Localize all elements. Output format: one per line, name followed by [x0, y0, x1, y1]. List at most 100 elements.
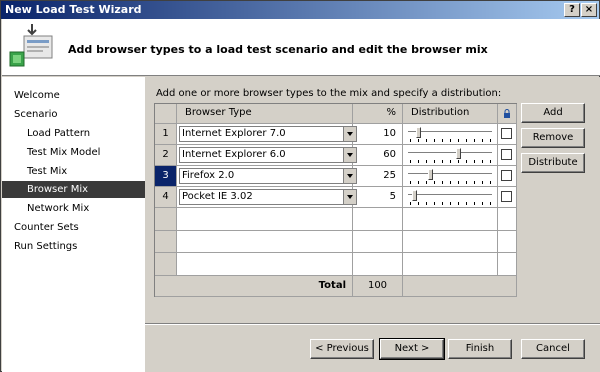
- slider-thumb[interactable]: [456, 148, 461, 159]
- slider-track: [408, 173, 492, 175]
- wizard-window: New Load Test Wizard ? × Add browser typ…: [0, 0, 600, 372]
- distribution-cell: [403, 145, 498, 166]
- empty-cell[interactable]: [403, 253, 498, 276]
- nav-item-welcome[interactable]: Welcome: [2, 87, 145, 104]
- window-title: New Load Test Wizard: [5, 3, 142, 16]
- column-header-lock: [498, 104, 517, 124]
- lock-checkbox[interactable]: [501, 170, 512, 181]
- nav-item-counter-sets[interactable]: Counter Sets: [2, 219, 145, 236]
- browser-type-value: Firefox 2.0: [182, 170, 235, 181]
- browser-mix-grid: Browser Type % Distribution 1 Internet E…: [154, 103, 517, 297]
- distribution-cell: [403, 124, 498, 145]
- lock-cell: [498, 187, 517, 208]
- slider-track: [408, 152, 492, 154]
- row-number[interactable]: [155, 253, 177, 276]
- empty-cell[interactable]: [498, 208, 517, 231]
- slider-thumb[interactable]: [428, 169, 433, 180]
- empty-cell[interactable]: [353, 231, 403, 253]
- browser-type-value: Internet Explorer 7.0: [182, 128, 286, 139]
- lock-checkbox[interactable]: [501, 149, 512, 160]
- wizard-header: Add browser types to a load test scenari…: [2, 19, 600, 76]
- lock-checkbox[interactable]: [501, 128, 512, 139]
- row-number[interactable]: 3: [155, 166, 177, 187]
- nav-item-scenario[interactable]: Scenario: [2, 106, 145, 123]
- column-header-percent: %: [353, 104, 403, 124]
- slider-ticks: [410, 202, 492, 205]
- lock-icon: [504, 109, 510, 118]
- empty-cell[interactable]: [177, 231, 353, 253]
- percent-cell[interactable]: 25: [353, 166, 403, 187]
- empty-cell[interactable]: [498, 231, 517, 253]
- lock-cell: [498, 166, 517, 187]
- nav-item-browser-mix[interactable]: Browser Mix: [2, 181, 145, 198]
- browser-type-dropdown[interactable]: Firefox 2.0: [179, 168, 357, 184]
- browser-type-dropdown[interactable]: Internet Explorer 7.0: [179, 126, 357, 142]
- column-header-browser: Browser Type: [177, 104, 353, 124]
- percent-cell[interactable]: 5: [353, 187, 403, 208]
- finish-button[interactable]: Finish: [448, 339, 512, 359]
- nav-item-run-settings[interactable]: Run Settings: [2, 238, 145, 255]
- empty-cell[interactable]: [353, 208, 403, 231]
- distribution-slider[interactable]: [408, 169, 494, 184]
- empty-cell[interactable]: [353, 253, 403, 276]
- distribution-cell: [403, 166, 498, 187]
- grid-corner: [155, 104, 177, 124]
- content-panel: Add one or more browser types to the mix…: [145, 77, 600, 372]
- empty-cell[interactable]: [177, 208, 353, 231]
- total-filler: [403, 276, 517, 297]
- row-number[interactable]: 2: [155, 145, 177, 166]
- percent-cell[interactable]: 10: [353, 124, 403, 145]
- empty-cell[interactable]: [498, 253, 517, 276]
- distribution-slider[interactable]: [408, 127, 494, 142]
- add-button[interactable]: Add: [521, 103, 585, 123]
- total-value: 100: [353, 276, 403, 297]
- cancel-button[interactable]: Cancel: [521, 339, 585, 359]
- nav-item-test-mix[interactable]: Test Mix: [2, 163, 145, 180]
- row-number[interactable]: [155, 231, 177, 253]
- slider-ticks: [410, 139, 492, 142]
- row-number[interactable]: 1: [155, 124, 177, 145]
- help-button[interactable]: ?: [564, 3, 580, 17]
- instruction-text: Add one or more browser types to the mix…: [156, 88, 502, 99]
- empty-cell[interactable]: [403, 208, 498, 231]
- footer-separator: [145, 323, 600, 325]
- wizard-nav: Welcome Scenario Load Pattern Test Mix M…: [2, 77, 145, 372]
- nav-item-test-mix-model[interactable]: Test Mix Model: [2, 144, 145, 161]
- nav-item-load-pattern[interactable]: Load Pattern: [2, 125, 145, 142]
- row-number[interactable]: [155, 208, 177, 231]
- nav-item-network-mix[interactable]: Network Mix: [2, 200, 145, 217]
- browser-type-value: Pocket IE 3.02: [182, 191, 253, 202]
- distribution-slider[interactable]: [408, 190, 494, 205]
- row-number[interactable]: 4: [155, 187, 177, 208]
- browser-cell: Internet Explorer 7.0: [177, 124, 357, 145]
- percent-cell[interactable]: 60: [353, 145, 403, 166]
- header-title: Add browser types to a load test scenari…: [68, 43, 488, 56]
- browser-type-dropdown[interactable]: Internet Explorer 6.0: [179, 147, 357, 163]
- browser-type-dropdown[interactable]: Pocket IE 3.02: [179, 189, 357, 205]
- empty-cell[interactable]: [403, 231, 498, 253]
- distribute-button[interactable]: Distribute: [521, 153, 585, 173]
- browser-type-value: Internet Explorer 6.0: [182, 149, 286, 160]
- slider-ticks: [410, 181, 492, 184]
- distribution-cell: [403, 187, 498, 208]
- slider-thumb[interactable]: [412, 190, 417, 201]
- previous-button[interactable]: < Previous: [310, 339, 374, 359]
- lock-checkbox[interactable]: [501, 191, 512, 202]
- lock-cell: [498, 145, 517, 166]
- wizard-icon: [9, 24, 53, 67]
- total-label: Total: [155, 276, 353, 297]
- next-button[interactable]: Next >: [379, 338, 445, 360]
- remove-button[interactable]: Remove: [521, 128, 585, 148]
- lock-cell: [498, 124, 517, 145]
- slider-track: [408, 194, 492, 196]
- slider-ticks: [410, 160, 492, 163]
- slider-thumb[interactable]: [416, 127, 421, 138]
- browser-cell: Pocket IE 3.02: [177, 187, 357, 208]
- close-button[interactable]: ×: [581, 3, 597, 17]
- empty-cell[interactable]: [177, 253, 353, 276]
- browser-cell: Internet Explorer 6.0: [177, 145, 357, 166]
- distribution-slider[interactable]: [408, 148, 494, 163]
- title-bar: New Load Test Wizard ? ×: [1, 1, 599, 19]
- browser-cell: Firefox 2.0: [177, 166, 357, 187]
- column-header-distribution: Distribution: [403, 104, 498, 124]
